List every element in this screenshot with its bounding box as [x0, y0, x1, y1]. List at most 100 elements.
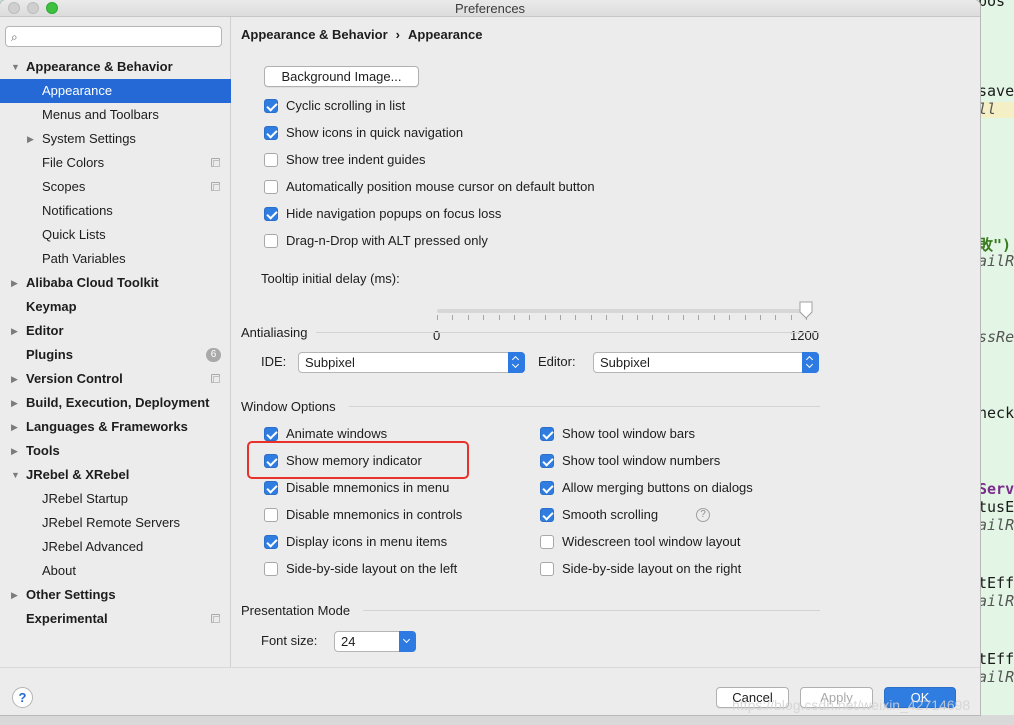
disable-mnemonics-in-menu-checkbox[interactable] — [264, 481, 278, 495]
sidebar-item-scopes[interactable]: Scopes — [0, 175, 231, 199]
sidebar-item-languages-frameworks[interactable]: ▶ Languages & Frameworks — [0, 415, 231, 439]
sidebar-item-jrebel-remote-servers[interactable]: JRebel Remote Servers — [0, 511, 231, 535]
checkbox-label[interactable]: Side-by-side layout on the right — [562, 560, 741, 578]
chevron-right-icon[interactable]: ▶ — [11, 439, 18, 463]
checkbox-label[interactable]: Show tool window bars — [562, 425, 695, 443]
checkbox-label[interactable]: Disable mnemonics in controls — [286, 506, 462, 524]
sidebar-item-menus-and-toolbars[interactable]: Menus and Toolbars — [0, 103, 231, 127]
tooltip-delay-slider-thumb[interactable] — [799, 301, 813, 319]
editor-antialiasing-select[interactable]: Subpixel — [593, 352, 819, 373]
sidebar-item-file-colors[interactable]: File Colors — [0, 151, 231, 175]
sidebar-item-experimental[interactable]: Experimental — [0, 607, 231, 631]
allow-merging-buttons-on-dialogs-checkbox[interactable] — [540, 481, 554, 495]
font-size-value: 24 — [341, 634, 356, 649]
smooth-scrolling-checkbox[interactable] — [540, 508, 554, 522]
checkbox-label[interactable]: Show tool window numbers — [562, 452, 720, 470]
checkbox-label[interactable]: Side-by-side layout on the left — [286, 560, 457, 578]
sidebar-item-system-settings[interactable]: ▶ System Settings — [0, 127, 231, 151]
search-field[interactable]: ⌕ — [5, 26, 222, 47]
font-size-select[interactable]: 24 — [334, 631, 416, 652]
code-line: ll — [978, 100, 997, 118]
sidebar-item-plugins[interactable]: Plugins 6 — [0, 343, 231, 367]
checkbox-label[interactable]: Show tree indent guides — [286, 151, 425, 169]
show-tool-window-bars-checkbox[interactable] — [540, 427, 554, 441]
checkbox-label[interactable]: Automatically position mouse cursor on d… — [286, 178, 595, 196]
ide-antialiasing-select[interactable]: Subpixel — [298, 352, 525, 373]
sidebar-item-alibaba-cloud-toolkit[interactable]: ▶ Alibaba Cloud Toolkit — [0, 271, 231, 295]
sidebar-item-label: Build, Execution, Deployment — [26, 395, 210, 410]
sidebar-item-quick-lists[interactable]: Quick Lists — [0, 223, 231, 247]
sidebar-item-editor[interactable]: ▶ Editor — [0, 319, 231, 343]
sidebar-item-label: Appearance — [42, 83, 113, 98]
ide-antialiasing-value: Subpixel — [305, 355, 355, 370]
sidebar-item-appearance-behavior[interactable]: ▼ Appearance & Behavior — [0, 55, 231, 79]
chevron-right-icon[interactable]: ▶ — [11, 391, 18, 415]
slider-tick — [483, 315, 485, 320]
sidebar-item-label: JRebel Remote Servers — [42, 515, 180, 530]
slider-tick — [775, 315, 777, 320]
checkbox-label[interactable]: Show icons in quick navigation — [286, 124, 463, 142]
sidebar-item-notifications[interactable]: Notifications — [0, 199, 231, 223]
automatically-position-mouse-cursor-on-default-button-checkbox[interactable] — [264, 180, 278, 194]
search-input[interactable] — [28, 29, 216, 44]
show-icons-in-quick-navigation-checkbox[interactable] — [264, 126, 278, 140]
sidebar-item-label: Path Variables — [42, 251, 126, 266]
chevron-down-icon[interactable]: ▼ — [11, 463, 20, 487]
hide-navigation-popups-on-focus-loss-checkbox[interactable] — [264, 207, 278, 221]
drag-n-drop-with-alt-pressed-only-checkbox[interactable] — [264, 234, 278, 248]
checkbox-label[interactable]: Drag-n-Drop with ALT pressed only — [286, 232, 488, 250]
help-icon[interactable]: ? — [696, 508, 710, 522]
project-settings-icon — [211, 374, 220, 383]
display-icons-in-menu-items-checkbox[interactable] — [264, 535, 278, 549]
code-line: Serv — [978, 480, 1014, 498]
animate-windows-checkbox[interactable] — [264, 427, 278, 441]
chevron-down-icon[interactable]: ▼ — [11, 55, 20, 79]
sidebar-item-build-execution-deployment[interactable]: ▶ Build, Execution, Deployment — [0, 391, 231, 415]
sidebar-item-label: File Colors — [42, 155, 105, 170]
chevron-right-icon[interactable]: ▶ — [11, 583, 18, 607]
chevron-right-icon[interactable]: ▶ — [11, 415, 18, 439]
side-by-side-layout-on-the-left-checkbox[interactable] — [264, 562, 278, 576]
sidebar-item-path-variables[interactable]: Path Variables — [0, 247, 231, 271]
checkbox-label[interactable]: Smooth scrolling — [562, 506, 658, 524]
checkbox-label[interactable]: Widescreen tool window layout — [562, 533, 740, 551]
widescreen-tool-window-layout-checkbox[interactable] — [540, 535, 554, 549]
show-memory-indicator-checkbox[interactable] — [264, 454, 278, 468]
slider-tick — [652, 315, 654, 320]
checkbox-label[interactable]: Animate windows — [286, 425, 387, 443]
chevron-right-icon[interactable]: ▶ — [11, 271, 18, 295]
sidebar-item-jrebel-xrebel[interactable]: ▼ JRebel & XRebel — [0, 463, 231, 487]
sidebar-item-other-settings[interactable]: ▶ Other Settings — [0, 583, 231, 607]
checkbox-label[interactable]: Disable mnemonics in menu — [286, 479, 449, 497]
show-tree-indent-guides-checkbox[interactable] — [264, 153, 278, 167]
checkbox-label[interactable]: Display icons in menu items — [286, 533, 447, 551]
sidebar-item-label: JRebel Startup — [42, 491, 128, 506]
slider-tick — [529, 315, 531, 320]
chevron-right-icon[interactable]: ▶ — [11, 367, 18, 391]
sidebar-item-jrebel-advanced[interactable]: JRebel Advanced — [0, 535, 231, 559]
sidebar-item-version-control[interactable]: ▶ Version Control — [0, 367, 231, 391]
sidebar-item-appearance[interactable]: Appearance — [0, 79, 231, 103]
code-line: pos — [978, 0, 1006, 10]
breadcrumb-parent[interactable]: Appearance & Behavior — [241, 27, 388, 42]
chevron-right-icon[interactable]: ▶ — [11, 319, 18, 343]
sidebar-item-tools[interactable]: ▶ Tools — [0, 439, 231, 463]
sidebar-item-label: Tools — [26, 443, 60, 458]
checkbox-label[interactable]: Show memory indicator — [286, 452, 422, 470]
cyclic-scrolling-in-list-checkbox[interactable] — [264, 99, 278, 113]
background-editor: pos save ll 敗"); ailR ssRe heck Serv tus… — [978, 0, 1014, 725]
checkbox-label[interactable]: Hide navigation popups on focus loss — [286, 205, 501, 223]
disable-mnemonics-in-controls-checkbox[interactable] — [264, 508, 278, 522]
checkbox-label[interactable]: Allow merging buttons on dialogs — [562, 479, 753, 497]
sidebar-item-jrebel-startup[interactable]: JRebel Startup — [0, 487, 231, 511]
chevron-updown-icon — [802, 352, 819, 373]
background-image-button[interactable]: Background Image... — [264, 66, 419, 87]
sidebar-item-keymap[interactable]: Keymap — [0, 295, 231, 319]
checkbox-label[interactable]: Cyclic scrolling in list — [286, 97, 405, 115]
tooltip-delay-slider-track[interactable] — [437, 309, 806, 313]
sidebar-item-about[interactable]: About — [0, 559, 231, 583]
chevron-right-icon[interactable]: ▶ — [27, 127, 34, 151]
show-tool-window-numbers-checkbox[interactable] — [540, 454, 554, 468]
side-by-side-layout-on-the-right-checkbox[interactable] — [540, 562, 554, 576]
help-button[interactable]: ? — [12, 687, 33, 708]
